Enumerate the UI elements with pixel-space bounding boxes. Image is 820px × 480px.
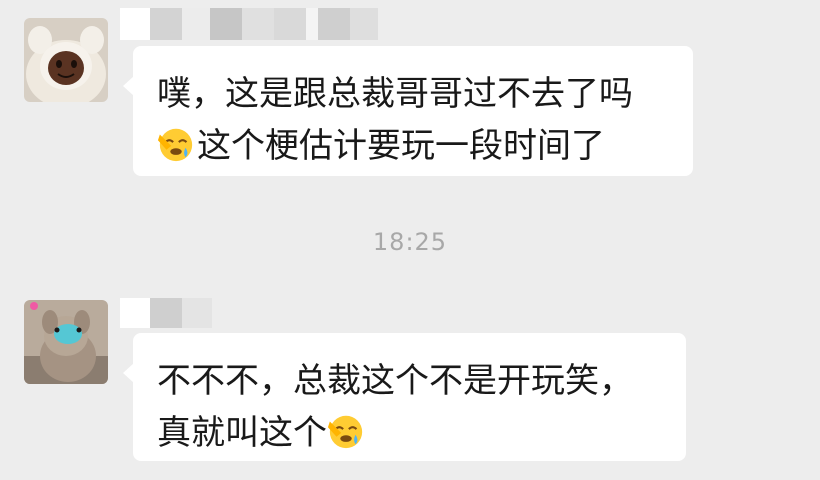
- message-line: 噗，这是跟总裁哥哥过不去了吗: [157, 74, 633, 114]
- message-text: 这个梗估计要玩一段时间了: [197, 126, 605, 166]
- facepalm-emoji-icon: [327, 415, 363, 449]
- dog-with-mask-avatar-icon: [24, 300, 108, 384]
- contact-avatar[interactable]: [24, 18, 108, 102]
- sender-name-redacted: [120, 298, 212, 328]
- chat-window: 噗，这是跟总裁哥哥过不去了吗 这个梗估计要玩一段时间了 18:25 不不不，总裁…: [0, 0, 820, 480]
- message-text: 真就叫这个: [157, 413, 327, 453]
- timestamp: 18:25: [372, 228, 448, 256]
- facepalm-emoji-icon: [157, 128, 193, 162]
- message-bubble[interactable]: 不不不，总裁这个不是开玩笑， 真就叫这个: [123, 333, 686, 461]
- sender-name-redacted: [120, 8, 378, 40]
- message-line: 不不不，总裁这个不是开玩笑，: [157, 361, 633, 401]
- message-line-with-emoji: 这个梗估计要玩一段时间了: [157, 120, 665, 172]
- message-line-with-emoji: 真就叫这个: [157, 407, 658, 459]
- contact-avatar[interactable]: [24, 300, 108, 384]
- hooded-doll-avatar-icon: [24, 18, 108, 102]
- message-bubble[interactable]: 噗，这是跟总裁哥哥过不去了吗 这个梗估计要玩一段时间了: [123, 46, 693, 176]
